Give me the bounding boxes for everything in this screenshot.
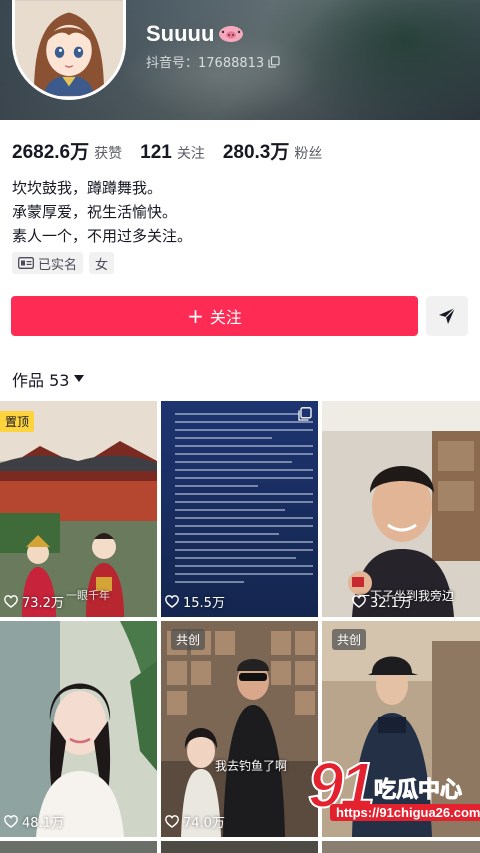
document-text-lines bbox=[175, 413, 313, 589]
heart-outline-icon bbox=[4, 815, 18, 828]
pig-emoji-icon bbox=[219, 26, 244, 42]
plus-icon: + bbox=[187, 304, 204, 328]
like-count-text: 48.1万 bbox=[22, 816, 64, 831]
account-id-text: 抖音号：17688813 bbox=[146, 56, 265, 71]
like-count-text: 15.5万 bbox=[183, 596, 225, 611]
video-tile[interactable]: 一下子坐到我旁边 32.1万 bbox=[322, 401, 480, 617]
nickname: Suuuu bbox=[146, 21, 244, 47]
co-creation-badge: 共创 bbox=[171, 629, 206, 650]
video-thumbnail bbox=[0, 621, 157, 837]
send-icon bbox=[439, 307, 456, 324]
tag-gender: 女 bbox=[89, 252, 115, 274]
video-caption: 一眼千年 bbox=[66, 589, 110, 602]
video-tile[interactable]: 48.1万 bbox=[0, 621, 157, 837]
heart-outline-icon bbox=[165, 595, 179, 608]
heart-outline-icon bbox=[165, 815, 179, 828]
like-count-text: 74.0万 bbox=[183, 816, 225, 831]
follow-button[interactable]: + 关注 bbox=[11, 296, 418, 336]
stat-following-label: 关注 bbox=[176, 146, 205, 162]
bio-line: 素人一个，不用过多关注。 bbox=[12, 227, 193, 245]
follow-button-label: 关注 bbox=[209, 308, 242, 327]
caret-down-icon[interactable] bbox=[74, 375, 85, 383]
video-tile[interactable] bbox=[161, 841, 318, 853]
stat-likes[interactable]: 2682.6万 获赞 bbox=[12, 137, 122, 164]
video-tile[interactable]: 共创 我去钓鱼了啊 74.0万 bbox=[161, 621, 318, 837]
works-count-label: 作品 53 bbox=[12, 371, 70, 390]
video-caption: 我去钓鱼了啊 bbox=[215, 759, 288, 773]
co-creation-badge: 共创 bbox=[332, 629, 367, 650]
like-count: 74.0万 bbox=[165, 812, 225, 831]
nickname-text: Suuuu bbox=[146, 21, 215, 46]
id-card-icon bbox=[18, 257, 34, 269]
like-count: 32.1万 bbox=[352, 592, 412, 611]
stat-followers[interactable]: 280.3万 粉丝 bbox=[223, 137, 323, 164]
video-thumbnail bbox=[161, 621, 318, 837]
video-thumbnail bbox=[0, 401, 157, 617]
watermark-url: https://91chigua26.com bbox=[330, 804, 480, 821]
video-tile[interactable] bbox=[322, 841, 480, 853]
works-tab[interactable]: 作品 53 bbox=[12, 367, 85, 391]
like-count: 73.2万 bbox=[4, 592, 64, 611]
like-count-text: 32.1万 bbox=[370, 596, 412, 611]
site-watermark: 91 吃瓜中心 https://91chigua26.com bbox=[300, 748, 480, 828]
video-thumbnail bbox=[322, 401, 480, 617]
heart-outline-icon bbox=[352, 595, 366, 608]
pinned-badge: 置顶 bbox=[0, 411, 35, 432]
stat-likes-label: 获赞 bbox=[94, 146, 123, 162]
multi-image-icon bbox=[298, 407, 312, 421]
watermark-name: 吃瓜中心 bbox=[373, 778, 463, 804]
video-tile[interactable]: 15.5万 bbox=[161, 401, 318, 617]
copy-icon[interactable] bbox=[268, 55, 280, 68]
account-id[interactable]: 抖音号：17688813 bbox=[146, 52, 280, 71]
share-button[interactable] bbox=[426, 296, 468, 336]
stat-followers-value: 280.3万 bbox=[222, 142, 290, 163]
anime-girl-avatar-image bbox=[15, 1, 123, 96]
tag-gender-label: 女 bbox=[95, 257, 109, 273]
like-count-text: 73.2万 bbox=[22, 596, 64, 611]
like-count: 15.5万 bbox=[165, 592, 225, 611]
heart-outline-icon bbox=[4, 595, 18, 608]
bio-line: 承蒙厚爱，祝生活愉快。 bbox=[12, 203, 178, 221]
stat-following-value: 121 bbox=[140, 142, 172, 163]
video-tile[interactable]: 置顶 一眼千年 73.2万 bbox=[0, 401, 157, 617]
bio-line: 坎坎鼓我，蹲蹲舞我。 bbox=[12, 179, 163, 197]
stat-likes-value: 2682.6万 bbox=[12, 142, 90, 163]
tag-verified-label: 已实名 bbox=[38, 257, 78, 273]
video-tile[interactable] bbox=[0, 841, 157, 853]
profile-tags: 已实名 女 bbox=[12, 252, 115, 274]
tag-verified: 已实名 bbox=[12, 252, 84, 274]
bio: 坎坎鼓我，蹲蹲舞我。 承蒙厚爱，祝生活愉快。 素人一个，不用过多关注。 bbox=[12, 176, 192, 248]
like-count: 48.1万 bbox=[4, 812, 64, 831]
profile-stats: 2682.6万 获赞 121 关注 280.3万 粉丝 bbox=[12, 137, 340, 163]
stat-following[interactable]: 121 关注 bbox=[140, 142, 205, 164]
stat-followers-label: 粉丝 bbox=[294, 146, 323, 162]
